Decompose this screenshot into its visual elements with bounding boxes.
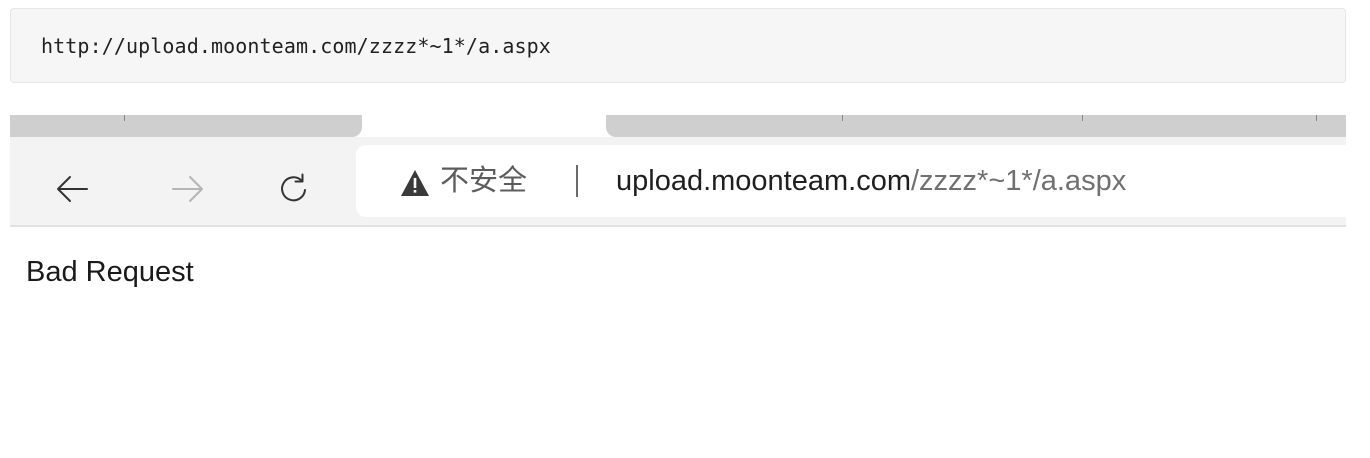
url-path: /zzzz*~1*/a.aspx — [911, 165, 1127, 197]
tab-separator — [124, 115, 125, 121]
tab-separator — [1316, 115, 1317, 121]
arrow-left-icon — [57, 176, 88, 202]
browser-toolbar: 不安全 upload.moonteam.com/zzzz*~1*/a.aspx — [10, 137, 1346, 227]
tab-separator — [842, 115, 843, 121]
warning-triangle-icon[interactable] — [400, 169, 430, 197]
tab-strip — [0, 115, 1346, 137]
arrow-right-icon — [172, 176, 203, 202]
code-url-text: http://upload.moonteam.com/zzzz*~1*/a.as… — [41, 33, 551, 58]
inactive-tab-right[interactable] — [606, 115, 1346, 137]
browser-window: 不安全 upload.moonteam.com/zzzz*~1*/a.aspx … — [0, 115, 1370, 458]
reload-icon — [281, 173, 306, 202]
security-status-label[interactable]: 不安全 — [440, 164, 527, 198]
address-separator — [576, 165, 578, 197]
back-button[interactable] — [50, 167, 94, 211]
url-text[interactable]: upload.moonteam.com/zzzz*~1*/a.aspx — [616, 164, 1126, 198]
page-body-text: Bad Request — [26, 256, 194, 288]
forward-button[interactable] — [166, 167, 210, 211]
inactive-tab-left[interactable] — [10, 115, 362, 137]
code-block: http://upload.moonteam.com/zzzz*~1*/a.as… — [10, 8, 1346, 83]
url-host: upload.moonteam.com — [616, 165, 911, 197]
tab-separator — [1082, 115, 1083, 121]
address-bar[interactable]: 不安全 upload.moonteam.com/zzzz*~1*/a.aspx — [356, 145, 1346, 217]
reload-button[interactable] — [272, 167, 316, 211]
